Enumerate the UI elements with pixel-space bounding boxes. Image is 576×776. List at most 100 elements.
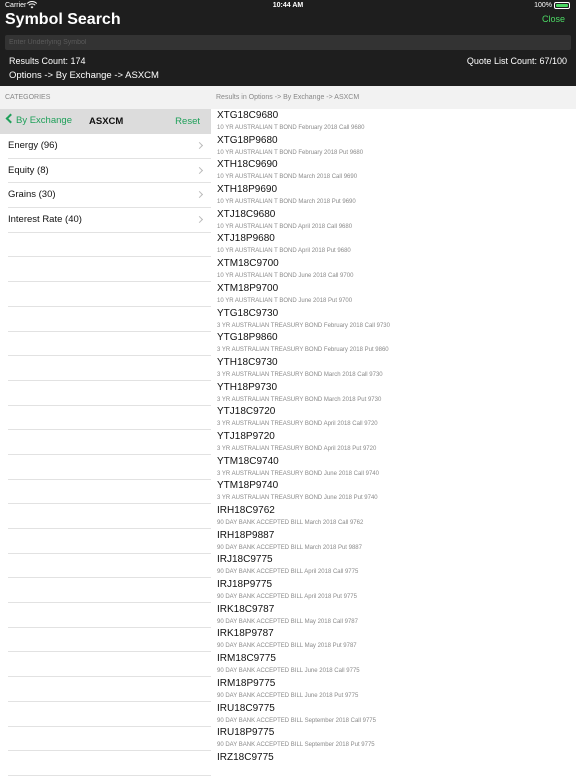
empty-row bbox=[8, 406, 211, 431]
list-item[interactable]: YTM18C9740 3 YR AUSTRALIAN TREASURY BOND … bbox=[217, 455, 576, 480]
symbol-description: 10 YR AUSTRALIAN T BOND April 2018 Call … bbox=[217, 223, 353, 230]
symbol-description: 90 DAY BANK ACCEPTED BILL June 2018 Put … bbox=[217, 692, 359, 699]
back-button[interactable]: By Exchange bbox=[5, 113, 72, 126]
symbol-description: 3 YR AUSTRALIAN TREASURY BOND June 2018 … bbox=[217, 495, 378, 502]
symbol-description: 10 YR AUSTRALIAN T BOND February 2018 Pu… bbox=[217, 149, 364, 156]
symbol-description: 90 DAY BANK ACCEPTED BILL September 2018… bbox=[217, 742, 375, 749]
symbol-code: IRJ18P9775 bbox=[217, 579, 273, 591]
category-item[interactable]: Energy (96) bbox=[8, 134, 211, 159]
search-input[interactable] bbox=[5, 35, 571, 50]
reset-button[interactable]: Reset bbox=[175, 116, 200, 127]
empty-row bbox=[8, 578, 211, 604]
battery-icon bbox=[554, 2, 570, 9]
results-list[interactable]: XTG18C9680 10 YR AUSTRALIAN T BOND Februa… bbox=[211, 109, 576, 768]
symbol-code: YTG18C9730 bbox=[217, 307, 279, 319]
empty-row bbox=[8, 430, 211, 455]
empty-row bbox=[8, 233, 211, 258]
symbol-description: 3 YR AUSTRALIAN TREASURY BOND March 2018… bbox=[217, 396, 382, 403]
symbol-code: YTM18C9740 bbox=[217, 455, 279, 467]
chevron-right-icon bbox=[195, 141, 204, 150]
categories-nav-bar: By Exchange ASXCM Reset bbox=[0, 109, 211, 134]
list-item[interactable]: YTH18P9730 3 YR AUSTRALIAN TREASURY BOND … bbox=[217, 381, 576, 406]
results-panel: Results in Options -> By Exchange -> ASX… bbox=[211, 86, 576, 768]
list-item[interactable]: XTH18P9690 10 YR AUSTRALIAN T BOND March … bbox=[217, 183, 576, 208]
symbol-description: 3 YR AUSTRALIAN TREASURY BOND March 2018… bbox=[217, 371, 383, 378]
list-item[interactable]: YTG18P9860 3 YR AUSTRALIAN TREASURY BOND … bbox=[217, 331, 576, 356]
results-header: Results in Options -> By Exchange -> ASX… bbox=[211, 86, 576, 109]
symbol-description: 3 YR AUSTRALIAN TREASURY BOND February 2… bbox=[217, 347, 389, 354]
symbol-code: YTJ18C9720 bbox=[217, 406, 276, 418]
battery-percent: 100% bbox=[534, 2, 552, 9]
symbol-description: 10 YR AUSTRALIAN T BOND February 2018 Ca… bbox=[217, 125, 365, 131]
symbol-code: YTG18P9860 bbox=[217, 332, 278, 344]
symbol-description: 10 YR AUSTRALIAN T BOND March 2018 Put 9… bbox=[217, 199, 356, 206]
list-item[interactable]: IRM18P9775 90 DAY BANK ACCEPTED BILL June… bbox=[217, 677, 576, 702]
empty-row bbox=[8, 628, 211, 653]
header-bar: Carrier 10:44 AM 100% Symbol Search Clos… bbox=[0, 0, 576, 86]
list-item[interactable]: IRJ18C9775 90 DAY BANK ACCEPTED BILL Apri… bbox=[217, 553, 576, 578]
symbol-code: XTJ18P9680 bbox=[217, 233, 275, 245]
list-item[interactable]: XTM18C9700 10 YR AUSTRALIAN T BOND June 2… bbox=[217, 257, 576, 282]
category-label: Equity (8) bbox=[8, 164, 49, 176]
empty-row bbox=[8, 529, 211, 554]
list-item[interactable]: YTJ18C9720 3 YR AUSTRALIAN TREASURY BOND … bbox=[217, 405, 576, 430]
category-item[interactable]: Interest Rate (40) bbox=[8, 208, 211, 233]
breadcrumb: Options -> By Exchange -> ASXCM bbox=[9, 70, 159, 81]
empty-row bbox=[8, 480, 211, 505]
list-item[interactable]: XTG18P9680 10 YR AUSTRALIAN T BOND Februa… bbox=[217, 134, 576, 159]
categories-header: CATEGORIES bbox=[0, 86, 211, 109]
list-item[interactable]: IRK18C9787 90 DAY BANK ACCEPTED BILL May … bbox=[217, 603, 576, 628]
empty-row bbox=[8, 282, 211, 307]
chevron-right-icon bbox=[195, 216, 204, 224]
empty-row bbox=[8, 257, 211, 283]
list-item[interactable]: IRU18P9775 90 DAY BANK ACCEPTED BILL Sept… bbox=[217, 726, 576, 751]
list-item[interactable]: IRM18C9775 90 DAY BANK ACCEPTED BILL June… bbox=[217, 652, 576, 677]
symbol-description: 10 YR AUSTRALIAN T BOND June 2018 Put 97… bbox=[217, 297, 353, 304]
empty-row bbox=[8, 504, 211, 529]
symbol-code: XTH18C9690 bbox=[217, 159, 278, 171]
results-count: Results Count: 174 bbox=[9, 56, 86, 66]
symbol-code: IRU18C9775 bbox=[217, 702, 275, 714]
list-item[interactable]: YTJ18P9720 3 YR AUSTRALIAN TREASURY BOND … bbox=[217, 430, 576, 455]
back-button-label: By Exchange bbox=[16, 115, 72, 126]
category-item[interactable]: Equity (8) bbox=[8, 159, 211, 184]
list-item[interactable]: XTG18C9680 10 YR AUSTRALIAN T BOND Februa… bbox=[217, 109, 576, 134]
list-item[interactable]: IRH18C9762 90 DAY BANK ACCEPTED BILL Marc… bbox=[217, 504, 576, 529]
page-title: Symbol Search bbox=[5, 11, 121, 28]
symbol-code: YTJ18P9720 bbox=[217, 430, 275, 442]
list-item[interactable]: XTJ18C9680 10 YR AUSTRALIAN T BOND April … bbox=[217, 208, 576, 233]
symbol-code: IRM18C9775 bbox=[217, 653, 276, 665]
empty-row bbox=[8, 603, 211, 628]
symbol-code: IRH18P9887 bbox=[217, 529, 275, 541]
list-item[interactable]: IRH18P9887 90 DAY BANK ACCEPTED BILL Marc… bbox=[217, 529, 576, 554]
list-item[interactable]: XTJ18P9680 10 YR AUSTRALIAN T BOND April … bbox=[217, 232, 576, 257]
list-item[interactable]: IRU18C9775 90 DAY BANK ACCEPTED BILL Sept… bbox=[217, 702, 576, 727]
list-item[interactable]: XTH18C9690 10 YR AUSTRALIAN T BOND March … bbox=[217, 158, 576, 183]
list-item[interactable]: XTM18P9700 10 YR AUSTRALIAN T BOND June 2… bbox=[217, 282, 576, 307]
empty-row bbox=[8, 554, 211, 579]
symbol-code: YTH18C9730 bbox=[217, 356, 278, 368]
list-item[interactable]: YTH18C9730 3 YR AUSTRALIAN TREASURY BOND … bbox=[217, 356, 576, 381]
empty-row bbox=[8, 356, 211, 381]
category-item[interactable]: Grains (30) bbox=[8, 183, 211, 209]
symbol-code: XTJ18C9680 bbox=[217, 208, 276, 220]
list-item[interactable]: YTG18C9730 3 YR AUSTRALIAN TREASURY BOND … bbox=[217, 307, 576, 332]
symbol-description: 90 DAY BANK ACCEPTED BILL May 2018 Call … bbox=[217, 618, 358, 625]
list-item[interactable]: YTM18P9740 3 YR AUSTRALIAN TREASURY BOND … bbox=[217, 479, 576, 504]
symbol-code: IRJ18C9775 bbox=[217, 554, 273, 566]
list-item[interactable]: IRZ18C9775 bbox=[217, 751, 576, 768]
close-button[interactable]: Close bbox=[542, 14, 565, 24]
status-time: 10:44 AM bbox=[272, 2, 304, 9]
category-label: Energy (96) bbox=[8, 140, 58, 151]
symbol-description: 10 YR AUSTRALIAN T BOND March 2018 Call … bbox=[217, 174, 358, 181]
list-item[interactable]: IRJ18P9775 90 DAY BANK ACCEPTED BILL Apri… bbox=[217, 578, 576, 603]
chevron-right-icon bbox=[195, 166, 204, 174]
symbol-description: 3 YR AUSTRALIAN TREASURY BOND February 2… bbox=[217, 322, 390, 329]
symbol-code: IRK18C9787 bbox=[217, 603, 275, 615]
symbol-description: 3 YR AUSTRALIAN TREASURY BOND April 2018… bbox=[217, 421, 378, 428]
empty-row bbox=[8, 455, 211, 480]
symbol-description: 3 YR AUSTRALIAN TREASURY BOND April 2018… bbox=[217, 445, 377, 452]
list-item[interactable]: IRK18P9787 90 DAY BANK ACCEPTED BILL May … bbox=[217, 627, 576, 652]
symbol-code: XTG18C9680 bbox=[217, 110, 279, 121]
symbol-description: 90 DAY BANK ACCEPTED BILL March 2018 Put… bbox=[217, 544, 362, 551]
